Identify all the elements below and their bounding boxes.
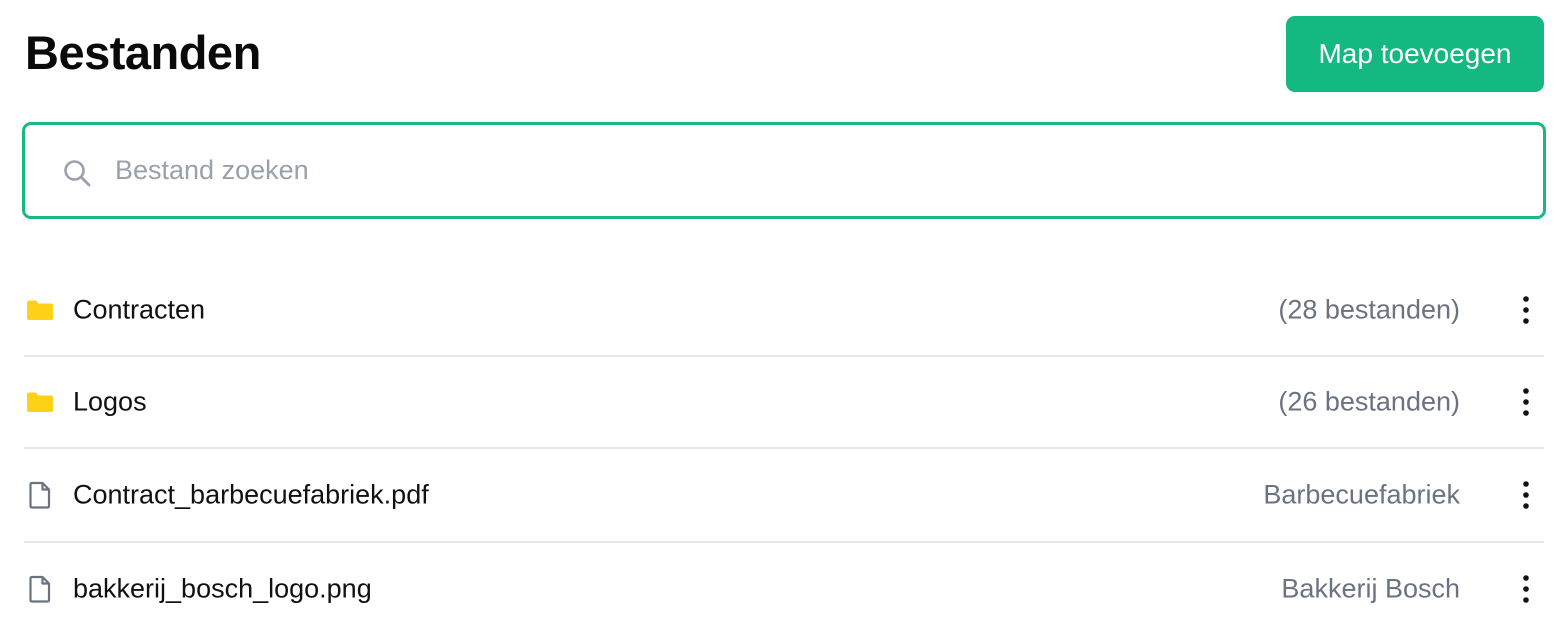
- folder-icon: [25, 387, 55, 417]
- file-row-bakkerij-bosch-logo[interactable]: bakkerij_bosch_logo.png Bakkerij Bosch: [24, 543, 1544, 635]
- search-input[interactable]: [115, 125, 1515, 216]
- file-icon: [25, 480, 55, 510]
- file-name[interactable]: Contract_barbecuefabriek.pdf: [73, 480, 429, 511]
- search-box[interactable]: [22, 122, 1546, 219]
- file-list: Contracten (28 bestanden) Logos (26 best…: [24, 265, 1544, 635]
- more-options-icon[interactable]: [1514, 571, 1538, 607]
- search-icon: [62, 158, 92, 188]
- folder-icon: [25, 295, 55, 325]
- folder-name[interactable]: Contracten: [73, 295, 205, 326]
- more-options-icon[interactable]: [1514, 292, 1538, 328]
- folder-name[interactable]: Logos: [73, 387, 147, 418]
- more-options-icon[interactable]: [1514, 477, 1538, 513]
- file-name[interactable]: bakkerij_bosch_logo.png: [73, 574, 372, 605]
- folder-row-contracten[interactable]: Contracten (28 bestanden): [24, 265, 1544, 357]
- add-folder-button[interactable]: Map toevoegen: [1286, 16, 1544, 92]
- file-icon: [25, 574, 55, 604]
- folder-row-logos[interactable]: Logos (26 bestanden): [24, 357, 1544, 449]
- file-count: (28 bestanden): [1278, 294, 1460, 325]
- file-owner: Barbecuefabriek: [1263, 479, 1460, 510]
- file-owner: Bakkerij Bosch: [1281, 573, 1460, 604]
- more-options-icon[interactable]: [1514, 384, 1538, 420]
- file-row-contract-barbecuefabriek[interactable]: Contract_barbecuefabriek.pdf Barbecuefab…: [24, 449, 1544, 543]
- file-count: (26 bestanden): [1278, 386, 1460, 417]
- page-title: Bestanden: [25, 26, 261, 79]
